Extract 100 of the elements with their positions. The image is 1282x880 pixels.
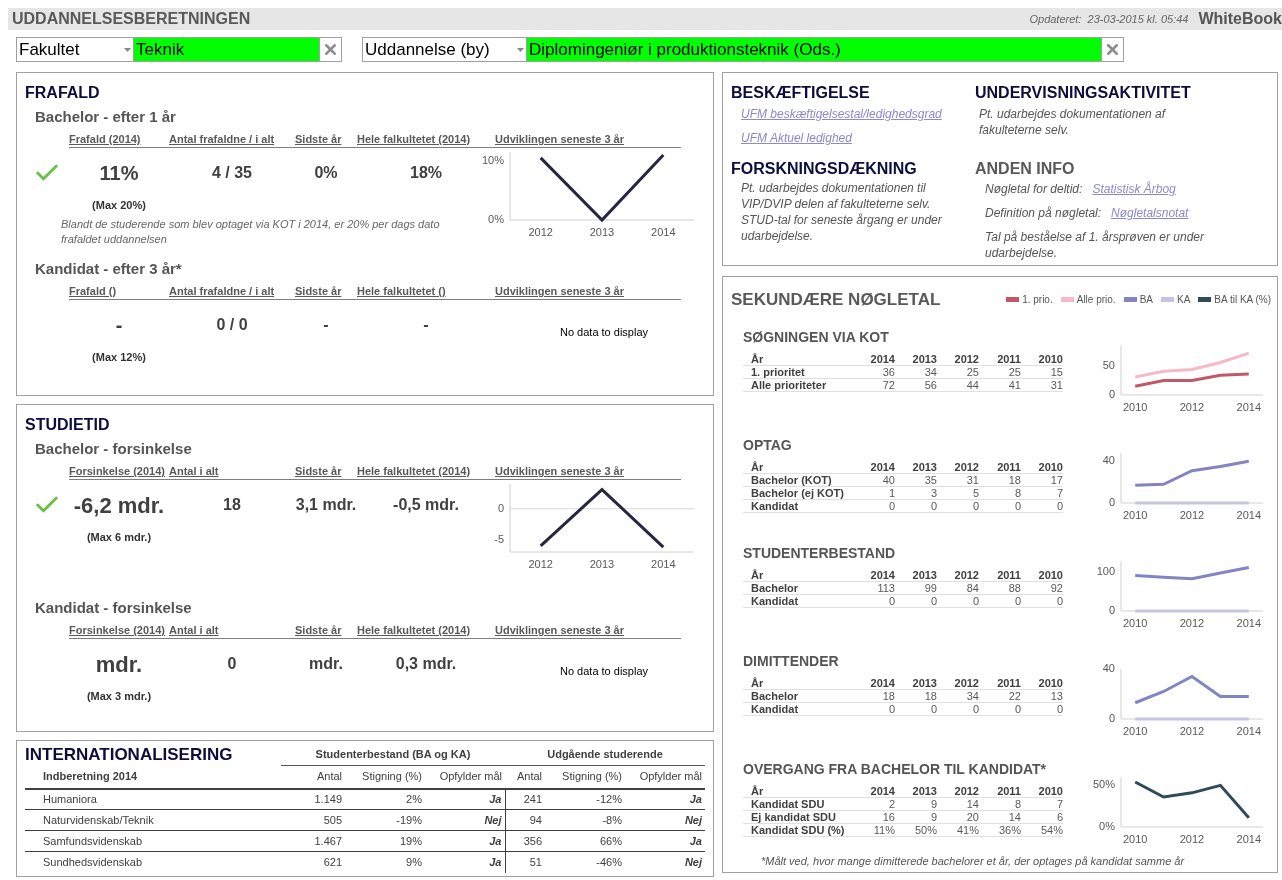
legend-label: BA til KA (%) <box>1214 293 1271 308</box>
table-cell: 241 <box>505 788 545 810</box>
link[interactable]: UFM beskæftigelsestal/ledighedsgrad <box>741 107 942 121</box>
column-header: Hele falkultetet (2014) <box>357 624 471 636</box>
table-cell: 356 <box>505 830 545 852</box>
axis-label: 2014 <box>1236 616 1262 629</box>
clear-button[interactable] <box>1101 37 1124 62</box>
column-header: Sidste år <box>295 133 342 145</box>
max-limit: (Max 3 mdr.) <box>86 690 152 702</box>
table-cell: 8 <box>979 486 1021 499</box>
table-cell: 0 <box>1021 594 1063 607</box>
column-header: Forsinkelse (2014) <box>69 465 165 477</box>
table-cell: 0 <box>937 594 979 607</box>
table-cell: 92 <box>1021 581 1063 594</box>
metric-value: - <box>323 316 329 333</box>
subsection-title: OPTAG <box>743 435 793 455</box>
close-icon <box>322 41 339 58</box>
axis-label: 2010 <box>1122 508 1148 521</box>
table-cell: Nej <box>425 809 505 831</box>
filter-dropdown[interactable]: Uddannelse (by) <box>362 37 527 62</box>
axis-label: 0% <box>488 212 504 225</box>
max-limit: (Max 20%) <box>92 199 146 211</box>
no-data-text: No data to display <box>559 664 649 679</box>
axis-label: 50% <box>1092 777 1115 790</box>
link[interactable]: Nøgletalsnotat <box>1111 204 1189 221</box>
column-header: Antal frafaldne / i alt <box>169 285 275 297</box>
axis-label: 40 <box>1102 453 1115 466</box>
table-cell: 17 <box>1021 473 1063 486</box>
table-cell: 113 <box>853 581 895 594</box>
metric-value: 18 <box>223 496 241 513</box>
axis-label: 2010 <box>1122 616 1148 629</box>
table-cell: Ja <box>425 788 505 810</box>
table-cell: 2% <box>345 788 425 810</box>
row-label: Kandidat <box>743 702 853 715</box>
table-cell: 25 <box>937 365 979 378</box>
table-header: År <box>743 676 853 689</box>
table-cell: 2 <box>853 797 895 810</box>
section-title: BESKÆFTIGELSE <box>731 83 871 103</box>
clear-button[interactable] <box>319 37 342 62</box>
axis-label: 0 <box>1108 603 1115 616</box>
table-cell: 84 <box>937 581 979 594</box>
axis-label: 2012 <box>528 558 553 570</box>
max-limit: (Max 12%) <box>92 351 146 363</box>
column-header: Antal frafaldne / i alt <box>169 133 275 145</box>
link[interactable]: Statistisk Årbog <box>1092 180 1176 197</box>
subtitle: Bachelor - efter 1 år <box>35 107 177 127</box>
max-limit: (Max 6 mdr.) <box>86 531 152 543</box>
table-cell: 0 <box>979 702 1021 715</box>
legend-label: KA <box>1176 293 1191 308</box>
link[interactable]: UFM Aktuel ledighed <box>741 131 852 145</box>
table-cell: 41% <box>937 823 979 836</box>
metric-value: mdr. <box>309 655 343 672</box>
column-header: Stigning (%) <box>362 770 422 783</box>
column-header: Udviklingen seneste 3 år <box>495 624 624 636</box>
group-header: Studenterbestand (BA og KA) <box>315 748 471 760</box>
subtitle: Kandidat - efter 3 år* <box>35 259 183 279</box>
table-cell: 1.467 <box>281 830 345 852</box>
axis-label: 2012 <box>1179 508 1205 521</box>
axis-label: 2012 <box>1179 616 1205 629</box>
metric-value: 3,1 mdr. <box>295 496 357 513</box>
table-header: 2014 <box>853 352 895 365</box>
table-cell: -8% <box>545 809 625 831</box>
table-cell: Ja <box>425 830 505 852</box>
table-cell: 9 <box>895 810 937 823</box>
subsection-title: DIMITTENDER <box>743 651 840 671</box>
info-text: Pt. udarbejdes dokumentationen til VIP/DVIP delen af fakulteterne selv. STUD-tal for seneste årgang er under udarbejdelse. <box>740 179 943 244</box>
table-cell: 50% <box>895 823 937 836</box>
legend-label: BA <box>1139 293 1153 308</box>
section-title: FORSKNINGSDÆKNING <box>731 158 918 179</box>
table-header: 2013 <box>895 352 937 365</box>
axis-label: 0 <box>1108 711 1115 724</box>
row-label: Bachelor (KOT) <box>743 473 853 486</box>
table-cell: 0 <box>853 702 895 715</box>
metric-value: 18% <box>410 164 442 181</box>
column-header: Udviklingen seneste 3 år <box>495 133 624 145</box>
row-label: Kandidat SDU <box>743 797 853 810</box>
table-header: 2011 <box>979 676 1021 689</box>
table-header: År <box>743 568 853 581</box>
table-cell: 18 <box>979 473 1021 486</box>
table-cell: 34 <box>937 689 979 702</box>
table-header: 2010 <box>1021 676 1063 689</box>
table-cell: 56 <box>895 378 937 391</box>
table-cell: 36% <box>979 823 1021 836</box>
table-cell: Nej <box>625 851 705 873</box>
filter-dropdown[interactable]: Fakultet <box>16 37 134 62</box>
axis-label: 2012 <box>1179 400 1205 413</box>
row-label: Bachelor <box>743 689 853 702</box>
group-header: Udgående studerende <box>547 748 663 760</box>
table-cell: 0 <box>1021 702 1063 715</box>
metric-value: - <box>115 314 123 336</box>
table-header: 2011 <box>979 568 1021 581</box>
table-header: 2012 <box>937 568 979 581</box>
table-cell: 51 <box>505 851 545 873</box>
column-header: Sidste år <box>295 285 342 297</box>
metric-value: 0,3 mdr. <box>395 655 457 672</box>
table-header: 2010 <box>1021 460 1063 473</box>
table-cell: 40 <box>853 473 895 486</box>
section-title: UNDERVISNINGSAKTIVITET <box>975 83 1192 103</box>
table-cell: 7 <box>1021 486 1063 499</box>
column-header: Udviklingen seneste 3 år <box>495 465 624 477</box>
